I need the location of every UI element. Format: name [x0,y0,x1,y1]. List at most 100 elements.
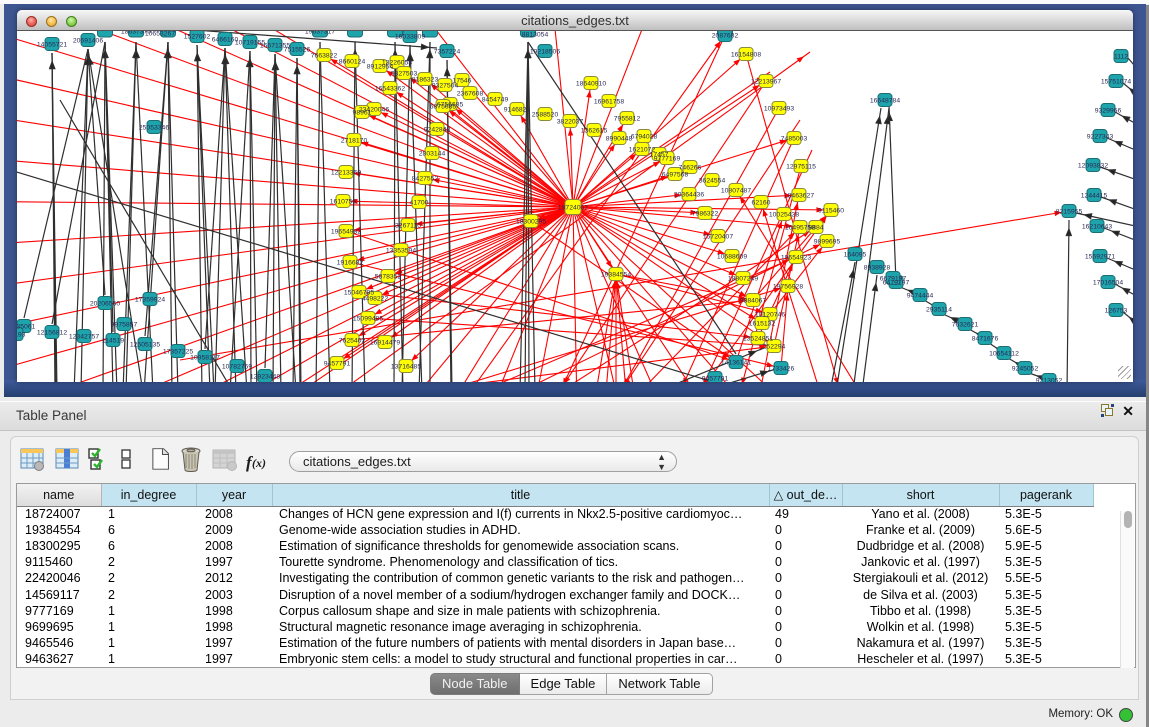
svg-text:835061: 835061 [17,323,36,330]
svg-text:18724007: 18724007 [558,204,588,211]
svg-text:7632621: 7632621 [952,321,979,328]
svg-text:7485003: 7485003 [781,135,808,142]
svg-text:17359924: 17359924 [135,296,165,303]
svg-text:7955812: 7955812 [614,115,641,122]
svg-text:9777169: 9777169 [654,155,681,162]
svg-text:(x): (x) [252,456,266,470]
svg-text:15751074: 15751074 [1101,78,1131,85]
svg-text:14136141: 14136141 [721,359,751,366]
svg-text:13353594: 13353594 [386,247,416,254]
svg-text:8471676: 8471676 [972,335,999,342]
svg-text:9884067: 9884067 [740,297,767,304]
svg-text:9213052: 9213052 [1036,377,1063,382]
svg-text:7625402: 7625402 [339,337,366,344]
svg-text:12156812: 12156812 [37,329,67,336]
svg-text:1733426: 1733426 [768,365,795,372]
svg-text:10807487: 10807487 [721,187,751,194]
svg-text:2087682: 2087682 [712,32,739,39]
svg-text:8215955: 8215955 [1056,208,1083,215]
svg-text:8990448: 8990448 [606,135,633,142]
svg-text:17357225: 17357225 [163,348,193,355]
svg-text:1615132: 1615132 [749,320,776,327]
svg-text:2803144: 2803144 [419,150,446,157]
svg-text:4498222: 4498222 [362,295,389,302]
svg-text:9115460: 9115460 [818,207,844,214]
svg-text:8938928: 8938928 [864,264,891,271]
svg-text:16961758: 16961758 [594,98,624,105]
svg-text:15099485: 15099485 [353,315,383,322]
svg-text:2588520: 2588520 [532,111,559,118]
svg-text:6497568: 6497568 [662,171,689,178]
svg-text:9899695: 9899695 [814,238,841,245]
svg-text:12505135: 12505135 [130,341,160,348]
svg-text:6875685: 6875685 [430,103,457,110]
svg-text:9457791: 9457791 [702,375,729,382]
svg-text:16914479: 16914479 [370,339,400,346]
svg-text:9975857: 9975857 [111,321,138,328]
svg-text:746266: 746266 [679,164,702,171]
svg-text:20206550: 20206550 [90,300,120,307]
svg-text:17546: 17546 [453,77,472,84]
svg-text:15692971: 15692971 [1085,253,1115,260]
svg-text:39193: 39193 [17,331,26,338]
svg-text:10688609: 10688609 [717,253,747,260]
svg-text:12213967: 12213967 [751,78,781,85]
svg-text:12342757: 12342757 [69,333,99,340]
svg-text:7357224: 7357224 [434,48,461,55]
svg-text:1362615: 1362615 [581,127,608,134]
svg-text:16033809: 16033809 [395,33,425,40]
svg-text:9457791: 9457791 [324,360,351,367]
svg-text:19654982: 19654982 [331,228,361,235]
svg-text:16543362: 16543362 [375,85,405,92]
svg-text:15720407: 15720407 [703,233,733,240]
svg-text:2718170: 2718170 [341,137,368,144]
svg-text:1963?317: 1963?317 [305,31,335,35]
svg-text:8813054: 8813054 [522,31,549,38]
svg-text:19384554: 19384554 [601,271,631,278]
svg-text:126753: 126753 [1105,307,1128,314]
svg-text:17016504: 17016504 [1093,279,1123,286]
svg-text:12923448: 12923448 [250,373,280,380]
svg-text:19756928: 19756928 [773,283,803,290]
svg-text:9245052: 9245052 [1012,365,1039,372]
svg-text:9474444: 9474444 [907,292,934,299]
svg-text:6794028: 6794028 [631,133,658,140]
svg-text:20691406: 20691406 [73,37,103,44]
svg-text:8427552: 8427552 [412,175,439,182]
svg-text:10958117: 10958117 [190,354,220,361]
svg-text:5878352: 5878352 [375,273,402,280]
svg-text:18637370: 18637370 [121,31,151,35]
svg-text:14055721: 14055721 [37,41,67,48]
svg-text:13716485: 13716485 [391,363,421,370]
svg-text:10782759: 10782759 [222,363,252,370]
svg-text:62160: 62160 [752,199,771,206]
svg-text:13226058: 13226058 [382,59,412,66]
svg-text:18463627: 18463627 [784,192,814,199]
svg-text:12213369: 12213369 [331,169,361,176]
svg-text:16210643: 16210643 [1082,223,1112,230]
svg-text:3822037: 3822037 [557,118,584,125]
svg-text:8660124: 8660124 [339,58,366,65]
svg-text:18640910: 18640910 [576,80,606,87]
svg-text:2367608: 2367608 [457,90,484,97]
svg-text:8454749: 8454749 [482,96,509,103]
svg-text:10973493: 10973493 [764,105,794,112]
svg-text:6679197: 6679197 [880,275,907,282]
svg-text:2935114: 2935114 [926,306,952,313]
svg-text:1527602: 1527602 [184,33,211,40]
svg-text:7986322: 7986322 [692,210,719,217]
svg-text:25053346: 25053346 [139,124,169,131]
svg-text:9242848: 9242848 [424,126,451,133]
svg-text:1112: 1112 [1114,53,1128,60]
svg-text:252294: 252294 [763,343,786,350]
svg-text:7663822: 7663822 [311,52,338,59]
svg-text:3267110: 3267110 [395,222,421,229]
svg-text:20364436: 20364436 [674,191,704,198]
svg-text:16648784: 16648784 [870,97,900,104]
svg-text:9146821: 9146821 [504,106,531,113]
svg-text:9227343: 9227343 [1087,133,1114,140]
svg-text:164095: 164095 [844,251,867,258]
svg-text:19654923: 19654923 [781,254,811,261]
svg-text:1244415: 1244415 [1081,192,1108,199]
svg-text:114519: 114519 [102,337,124,344]
